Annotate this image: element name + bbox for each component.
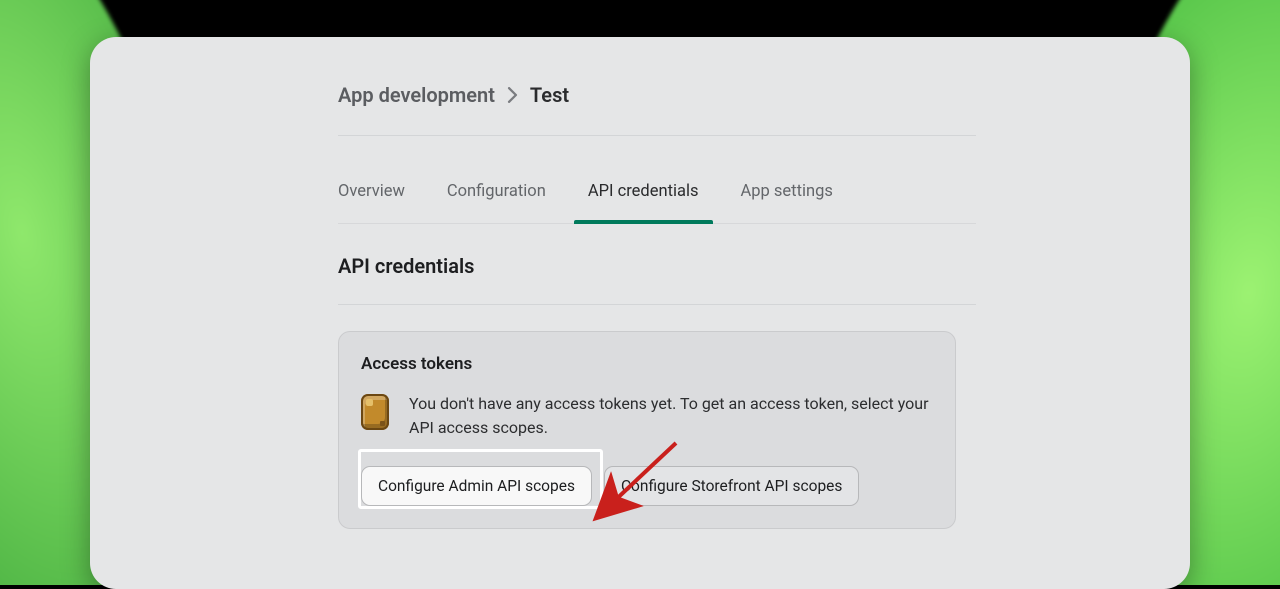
- tab-configuration[interactable]: Configuration: [447, 172, 546, 223]
- token-icon: [361, 394, 389, 430]
- configure-storefront-api-scopes-button[interactable]: Configure Storefront API scopes: [604, 466, 859, 506]
- breadcrumb: App development Test: [338, 83, 976, 107]
- divider: [338, 304, 976, 305]
- card-title: Access tokens: [361, 354, 933, 374]
- tab-app-settings[interactable]: App settings: [741, 172, 833, 223]
- configure-admin-api-scopes-button[interactable]: Configure Admin API scopes: [361, 466, 592, 506]
- breadcrumb-parent[interactable]: App development: [338, 83, 495, 107]
- divider: [338, 135, 976, 136]
- section-title: API credentials: [338, 254, 976, 278]
- app-window: App development Test Overview Configurat…: [90, 37, 1190, 589]
- tabs: Overview Configuration API credentials A…: [338, 172, 976, 224]
- tab-overview[interactable]: Overview: [338, 172, 405, 223]
- chevron-right-icon: [507, 87, 518, 103]
- breadcrumb-current: Test: [530, 83, 569, 107]
- tab-api-credentials[interactable]: API credentials: [588, 172, 699, 223]
- access-tokens-card: Access tokens You don't have any access …: [338, 331, 956, 529]
- access-tokens-message: You don't have any access tokens yet. To…: [409, 392, 933, 440]
